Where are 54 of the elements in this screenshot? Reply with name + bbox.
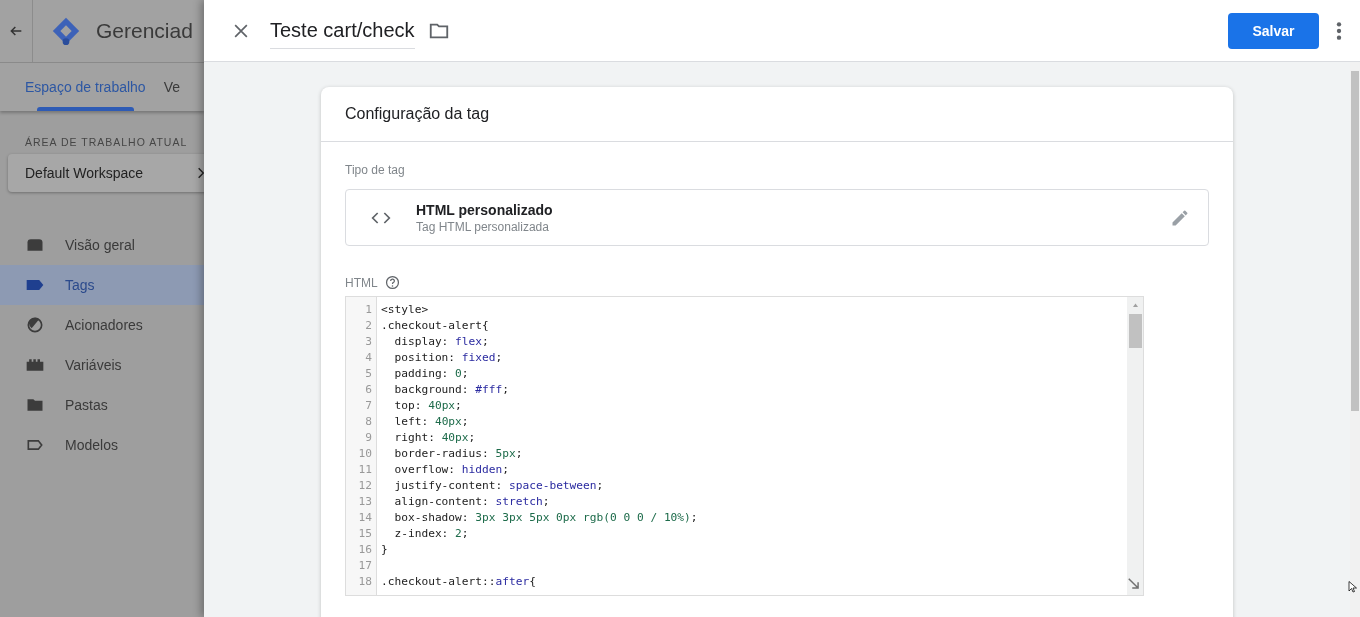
line-number: 12 — [357, 478, 373, 494]
line-number: 2 — [364, 318, 373, 334]
line-number: 14 — [357, 510, 373, 526]
code-line: overflow: hidden; — [393, 462, 510, 478]
line-number: 6 — [364, 382, 373, 398]
tag-type-description: Tag HTML personalizada — [416, 219, 550, 234]
code-line: .checkout-alert{ — [380, 318, 490, 334]
line-number: 17 — [357, 558, 373, 574]
nav-item[interactable]: Acionadores — [0, 305, 204, 345]
code-line: right: 40px; — [393, 430, 477, 446]
code-line: background: #fff; — [393, 382, 510, 398]
line-number: 9 — [364, 430, 373, 446]
field-label: Tipo de tag — [345, 163, 406, 177]
line-number: 11 — [357, 462, 373, 478]
section-heading: ÁREA DE TRABALHO ATUAL — [24, 135, 189, 148]
app-title: Gerenciad — [96, 19, 193, 43]
nav-item[interactable]: Variáveis — [0, 345, 204, 385]
code-line: border-radius: 5px; — [393, 446, 524, 462]
line-number: 10 — [357, 446, 373, 462]
line-number: 7 — [364, 398, 373, 414]
code-line: position: fixed; — [393, 350, 504, 366]
workspace-tab[interactable]: Espaço de trabalho — [25, 63, 146, 111]
line-number: 4 — [364, 350, 373, 366]
code-line: top: 40px; — [393, 398, 463, 414]
code-line: display: flex; — [393, 334, 490, 350]
line-number: 15 — [357, 526, 373, 542]
nav-item[interactable]: Modelos — [0, 425, 204, 465]
code-line: <style> — [380, 302, 430, 318]
code-line: .checkout-alert::after{ — [380, 574, 537, 590]
save-button[interactable]: Salvar — [1228, 12, 1319, 49]
nav-item[interactable]: Tags — [0, 265, 204, 305]
code-line: padding: 0; — [393, 366, 470, 382]
card-title: Configuração da tag — [345, 105, 490, 123]
tag-type-selector[interactable]: HTML personalizado Tag HTML personalizada — [345, 189, 1209, 246]
line-number: 13 — [357, 494, 373, 510]
field-label: HTML — [345, 275, 378, 290]
code-line: justify-content: space-between; — [393, 478, 605, 494]
workspace-selector[interactable]: Default Workspace — [8, 154, 204, 192]
tag-name-field[interactable]: Teste cart/check — [270, 15, 415, 49]
line-number: 5 — [364, 366, 373, 382]
nav-item[interactable]: Pastas — [0, 385, 204, 425]
line-number: 8 — [364, 414, 373, 430]
nav-item[interactable]: Visão geral — [0, 225, 204, 265]
workspace-tab[interactable]: Ve — [163, 63, 180, 111]
code-line: z-index: 2; — [393, 526, 470, 542]
line-number: 3 — [364, 334, 373, 350]
code-line: align-content: stretch; — [393, 494, 551, 510]
tag-type-name: HTML personalizado — [416, 201, 554, 218]
line-number: 1 — [364, 302, 373, 318]
code-line: left: 40px; — [393, 414, 470, 430]
line-number: 16 — [357, 542, 373, 558]
code-line: box-shadow: 3px 3px 5px 0px rgb(0 0 0 / 10%); — [393, 510, 699, 526]
line-number: 18 — [357, 574, 373, 590]
code-line: } — [380, 542, 389, 558]
